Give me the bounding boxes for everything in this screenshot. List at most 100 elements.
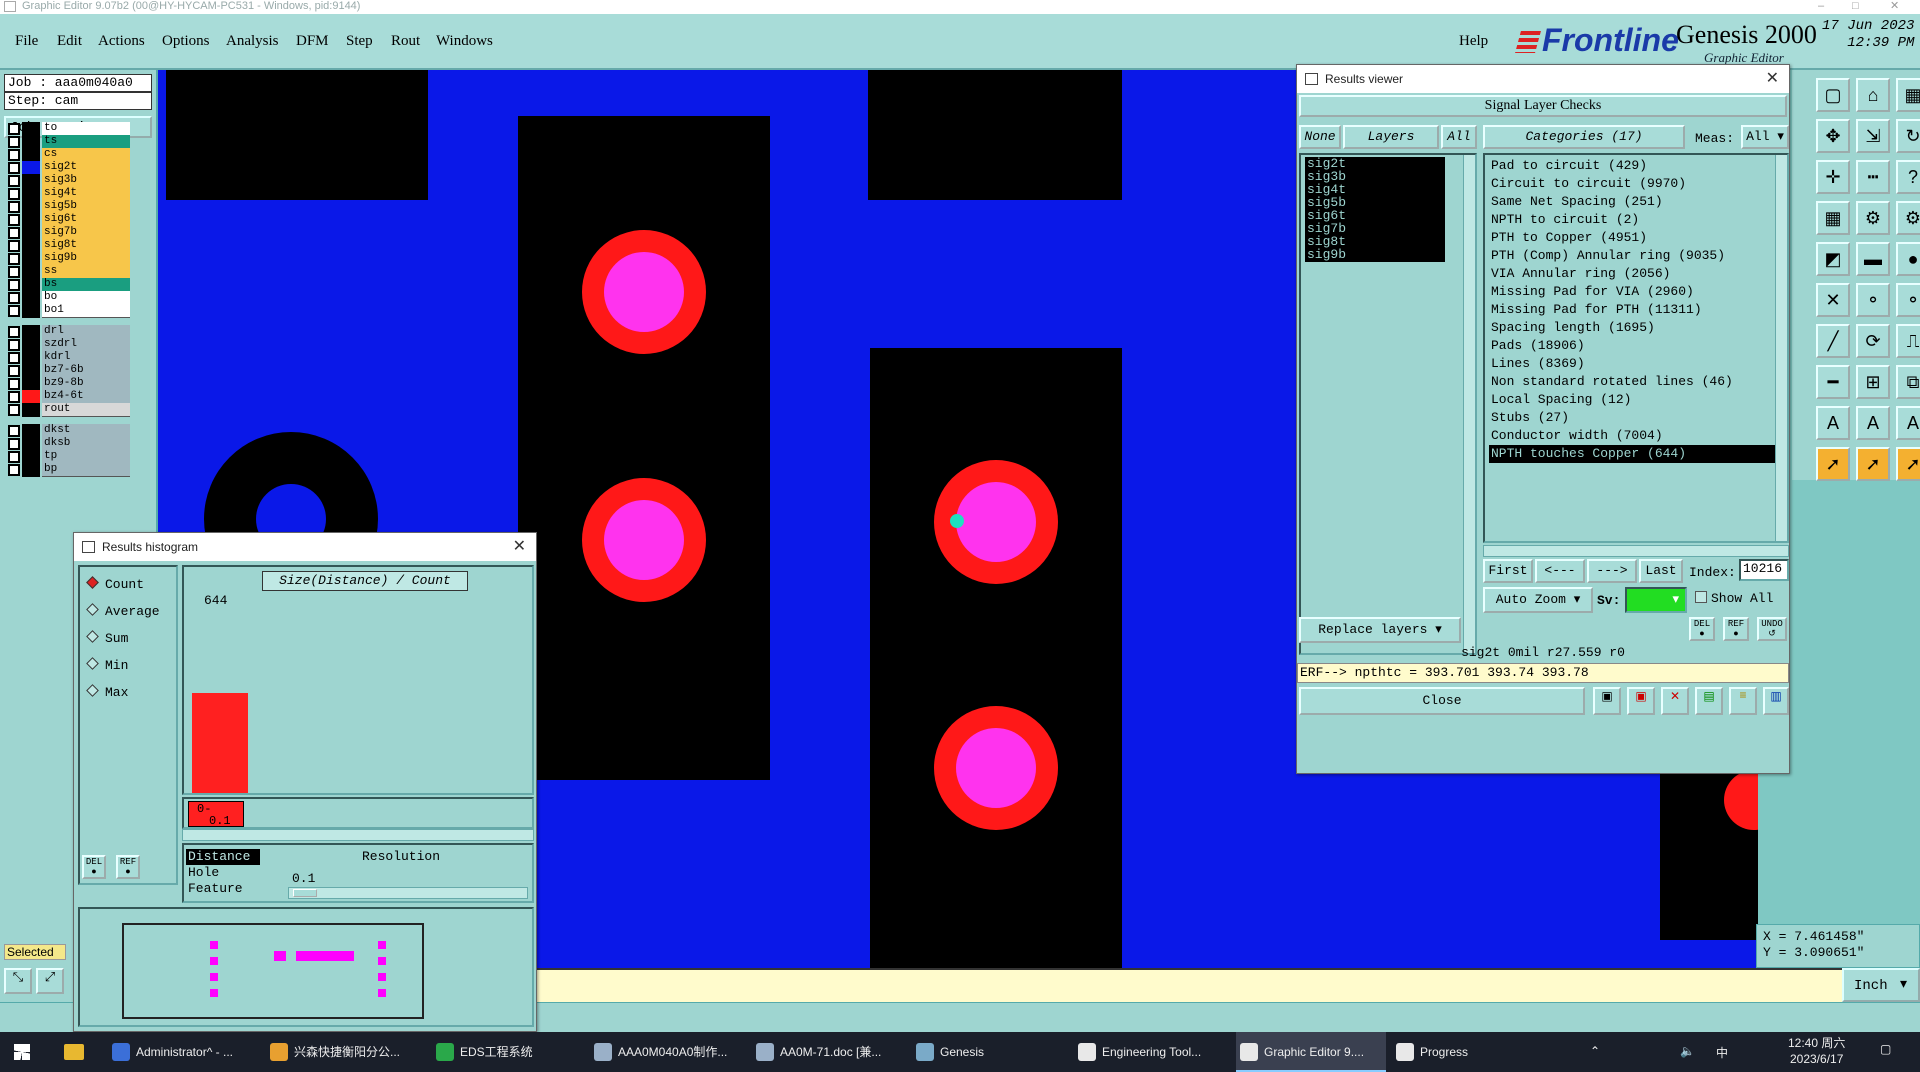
close-icon[interactable]: ✕ [1890, 0, 1899, 13]
layers-list[interactable]: sig2t sig3b sig4t sig5b sig6t sig7b sig8t sig9b [1299, 153, 1477, 655]
layer-color-swatch[interactable] [22, 213, 40, 227]
layer-color-swatch[interactable] [22, 122, 40, 136]
categories-list[interactable]: Pad to circuit (429) Circuit to circuit (… [1483, 153, 1789, 543]
ref-button[interactable]: REF ● [1723, 617, 1749, 641]
route-icon[interactable]: ⎍ [1896, 324, 1920, 358]
layer-row[interactable]: cs [8, 148, 130, 162]
layer-color-swatch[interactable] [22, 278, 40, 292]
layer-name[interactable]: sig5b [42, 200, 130, 214]
category-item[interactable]: PTH to Copper (4951) [1489, 229, 1783, 247]
layer-color-swatch[interactable] [22, 450, 40, 464]
line-icon[interactable]: ╱ [1816, 324, 1850, 358]
layer-checkbox[interactable] [8, 425, 20, 437]
replace-layers-select[interactable]: Replace layers ▾ [1299, 617, 1461, 643]
help-icon[interactable]: ? [1896, 160, 1920, 194]
layer-color-swatch[interactable] [22, 161, 40, 175]
category-item[interactable]: Same Net Spacing (251) [1489, 193, 1783, 211]
layer-checkbox[interactable] [8, 378, 20, 390]
layer-name[interactable]: rout [42, 403, 130, 417]
layer-name[interactable]: sig8t [42, 239, 130, 253]
taskbar-item[interactable]: AA0M-71.doc [兼... [752, 1032, 908, 1072]
resolution-slider[interactable] [288, 887, 528, 899]
layer-row[interactable]: ts [8, 135, 130, 149]
layer-name[interactable]: sig7b [42, 226, 130, 240]
step-icon[interactable]: ⇲ [1856, 119, 1890, 153]
del-button[interactable]: DEL ● [1689, 617, 1715, 641]
arc-icon[interactable]: ⟳ [1856, 324, 1890, 358]
category-item[interactable]: Non standard rotated lines (46) [1489, 373, 1783, 391]
layer-color-swatch[interactable] [22, 377, 40, 391]
layer-color-swatch[interactable] [22, 304, 40, 318]
undo-button[interactable]: UNDO ↺ [1757, 617, 1787, 641]
layer-row[interactable]: ss [8, 265, 130, 279]
layer-color-swatch[interactable] [22, 351, 40, 365]
close-icon[interactable]: ✕ [513, 533, 526, 561]
taskbar-item[interactable]: Graphic Editor 9.... [1236, 1032, 1386, 1072]
zoom-fit-icon[interactable]: ⤢ [36, 968, 64, 994]
del-button[interactable]: DEL ● [82, 855, 106, 879]
layer-row[interactable]: rout [8, 403, 130, 417]
node-icon[interactable]: ⚬ [1856, 283, 1890, 317]
layer-row[interactable]: sig9b [8, 252, 130, 266]
layer-checkbox[interactable] [8, 391, 20, 403]
layer-color-swatch[interactable] [22, 325, 40, 339]
layer-row[interactable]: sig8t [8, 239, 130, 253]
text-icon[interactable]: A [1816, 406, 1850, 440]
layer-row[interactable]: bz4-6t [8, 390, 130, 404]
report-icon[interactable]: ▣ [1627, 687, 1655, 715]
mode-sum[interactable]: Sum [86, 630, 128, 646]
layer-row[interactable]: dkst [8, 424, 130, 438]
layer-name[interactable]: bs [42, 278, 130, 292]
layer-checkbox[interactable] [8, 253, 20, 265]
layer-name[interactable]: bo1 [42, 304, 130, 318]
layer-name[interactable]: szdrl [42, 338, 130, 352]
menu-windows[interactable]: Windows [436, 33, 493, 50]
category-item[interactable]: Lines (8369) [1489, 355, 1783, 373]
field-hole[interactable]: Hole [186, 865, 219, 880]
arch-icon[interactable]: A [1896, 406, 1920, 440]
grid-icon[interactable]: ▦ [1816, 201, 1850, 235]
layer-row[interactable]: sig6t [8, 213, 130, 227]
category-item[interactable]: NPTH touches Copper (644) [1489, 445, 1783, 463]
layer-checkbox[interactable] [8, 136, 20, 148]
layer-name[interactable]: bo [42, 291, 130, 305]
menu-step[interactable]: Step [346, 33, 373, 50]
ruler-icon[interactable]: ▬ [1856, 242, 1890, 276]
clock[interactable]: 12:40 周六 2023/6/17 [1788, 1035, 1845, 1067]
move-icon[interactable]: ✥ [1816, 119, 1850, 153]
layer-row[interactable]: to [8, 122, 130, 136]
layer-color-swatch[interactable] [22, 187, 40, 201]
category-item[interactable]: Circuit to circuit (9970) [1489, 175, 1783, 193]
layer-name[interactable]: bz9-8b [42, 377, 130, 391]
layer-row[interactable]: bz9-8b [8, 377, 130, 391]
menu-rout[interactable]: Rout [391, 33, 420, 50]
zoom-area-icon[interactable]: ⤡ [4, 968, 32, 994]
layer-checkbox[interactable] [8, 266, 20, 278]
select-icon[interactable]: ➚ [1856, 447, 1890, 481]
layer-checkbox[interactable] [8, 352, 20, 364]
center-icon[interactable]: ✛ [1816, 160, 1850, 194]
list-icon[interactable]: ≡ [1729, 687, 1757, 715]
volume-icon[interactable]: 🔈 [1680, 1044, 1695, 1058]
layer-name[interactable]: bz7-6b [42, 364, 130, 378]
auto-zoom-select[interactable]: Auto Zoom ▾ [1483, 587, 1593, 613]
mode-max[interactable]: Max [86, 684, 128, 700]
pointer-icon[interactable]: ➚ [1816, 447, 1850, 481]
join-icon[interactable]: ⊞ [1856, 365, 1890, 399]
pad[interactable] [582, 230, 706, 354]
layer-checkbox[interactable] [8, 227, 20, 239]
result-layer-item[interactable]: sig9b [1305, 248, 1445, 262]
layer-row[interactable]: bo1 [8, 304, 130, 318]
layer-row[interactable]: drl [8, 325, 130, 339]
layer-row[interactable]: bo [8, 291, 130, 305]
layer-name[interactable]: tp [42, 450, 130, 464]
menu-analysis[interactable]: Analysis [226, 33, 279, 50]
minus-icon[interactable]: ━ [1816, 365, 1850, 399]
categories-button[interactable]: Categories (17) [1483, 125, 1685, 149]
rotate-icon[interactable]: ↻ [1896, 119, 1920, 153]
layer-name[interactable]: to [42, 122, 130, 136]
pad[interactable] [934, 706, 1058, 830]
scrollbar[interactable] [1775, 155, 1787, 541]
layer-row[interactable]: bz7-6b [8, 364, 130, 378]
histogram-bar[interactable] [192, 693, 248, 793]
